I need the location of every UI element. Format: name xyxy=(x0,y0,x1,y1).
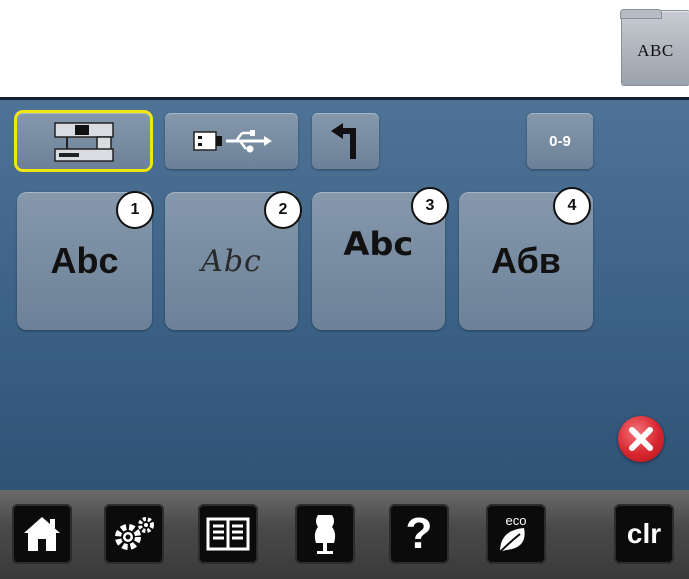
book-icon xyxy=(206,517,250,551)
help-button[interactable]: ? xyxy=(389,504,449,564)
abc-folder-label: ABC xyxy=(637,41,674,60)
usb-button[interactable] xyxy=(165,113,298,169)
font-number-badge-1: 1 xyxy=(116,191,154,229)
close-button[interactable] xyxy=(618,416,664,462)
tutorial-button[interactable] xyxy=(198,504,258,564)
numbers-button[interactable]: 0-9 xyxy=(527,113,593,169)
machine-button[interactable] xyxy=(17,113,150,169)
eco-label: eco xyxy=(506,513,527,528)
dress-form-icon xyxy=(314,515,336,554)
font-sample-1: Abc xyxy=(50,240,119,281)
font-sample-2: Abc xyxy=(201,243,262,279)
gear-icon xyxy=(115,517,154,550)
sewing-machine-icon xyxy=(53,122,114,162)
abc-folder-tab[interactable]: ABC xyxy=(621,10,689,85)
eco-leaf-icon: eco xyxy=(499,513,527,553)
main-screen: 0-9 Abc Abc Abc Абв 1 2 3 4 xyxy=(0,97,689,490)
close-icon xyxy=(629,427,653,451)
font-number-badge-2: 2 xyxy=(264,191,302,229)
clear-label: clr xyxy=(626,518,662,549)
font-number-badge-4: 4 xyxy=(553,187,591,225)
bottom-nav-bar: ? eco clr xyxy=(0,490,689,579)
usb-icon xyxy=(192,130,272,153)
setup-button[interactable] xyxy=(104,504,164,564)
home-button[interactable] xyxy=(12,504,72,564)
font-sample-3: Abc xyxy=(343,225,414,263)
font-number-badge-3: 3 xyxy=(411,187,449,225)
font-sample-4: Абв xyxy=(491,240,561,281)
return-arrow-icon xyxy=(330,123,356,159)
clear-button[interactable]: clr xyxy=(614,504,674,564)
eco-button[interactable]: eco xyxy=(486,504,546,564)
help-label: ? xyxy=(405,509,433,558)
back-button[interactable] xyxy=(312,113,379,169)
home-icon xyxy=(24,517,60,551)
consultant-button[interactable] xyxy=(295,504,355,564)
numbers-label: 0-9 xyxy=(549,132,571,150)
